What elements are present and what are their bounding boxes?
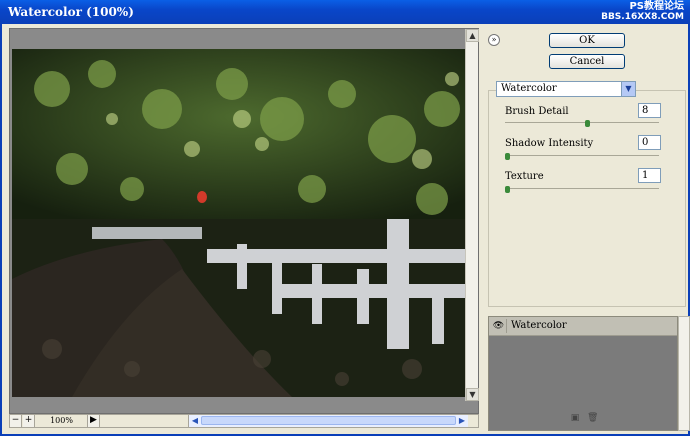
scroll-thumb[interactable] [201,416,456,425]
watermark-line1: PS教程论坛 [629,1,684,12]
watercolor-preview-graphic [12,49,467,397]
brush-detail-slider-track[interactable] [505,122,659,123]
chevron-down-icon[interactable]: ▼ [621,82,635,96]
preview-image[interactable] [12,49,467,397]
brush-detail-label: Brush Detail [505,106,569,117]
chevron-double-down-icon[interactable]: » [488,34,500,46]
eye-icon[interactable]: 👁 [491,319,507,333]
shadow-intensity-label: Shadow Intensity [505,138,594,149]
brush-detail-input[interactable]: 8 [638,103,661,118]
window-title: Watercolor (100%) [8,5,134,19]
dialog-body: ▲ ▼ − + 100% ▶ ◀ ▶ » OK Cancel Watercolo… [0,24,690,436]
texture-input[interactable]: 1 [638,168,661,183]
texture-slider-thumb[interactable] [505,186,510,193]
new-layer-icon[interactable]: ▣ [570,413,580,423]
preview-vertical-scrollbar[interactable]: ▲ ▼ [465,29,479,401]
scroll-left-icon[interactable]: ◀ [189,415,201,426]
zoom-menu-arrow-icon[interactable]: ▶ [88,415,100,427]
filter-select-value: Watercolor [501,83,557,94]
scroll-right-icon[interactable]: ▶ [456,415,468,426]
shadow-intensity-slider-track[interactable] [505,155,659,156]
cancel-button[interactable]: Cancel [549,54,625,69]
filter-select[interactable]: Watercolor ▼ [496,81,636,97]
zoom-out-button[interactable]: − [10,415,22,427]
shadow-intensity-input[interactable]: 0 [638,135,661,150]
watermark-line2: BBS.16XX8.COM [601,12,684,22]
title-bar: Watercolor (100%) PS教程论坛 BBS.16XX8.COM [0,0,690,24]
effect-layers-panel: 👁 Watercolor [488,316,678,431]
zoom-level: 100% [36,415,88,427]
texture-slider-track[interactable] [505,188,659,189]
scroll-up-icon[interactable]: ▲ [466,29,479,42]
ok-button[interactable]: OK [549,33,625,48]
preview-horizontal-scrollbar[interactable]: ◀ ▶ [188,415,468,427]
zoom-in-button[interactable]: + [23,415,35,427]
preview-status-bar: − + 100% ▶ ◀ ▶ [9,414,479,428]
layer-row[interactable]: 👁 Watercolor [489,317,677,336]
layer-name: Watercolor [511,320,567,331]
texture-label: Texture [505,171,544,182]
brush-detail-slider-thumb[interactable] [585,120,590,127]
preview-frame: ▲ ▼ [9,28,479,414]
layers-scrollbar[interactable] [678,316,690,431]
watermark: PS教程论坛 BBS.16XX8.COM [601,1,684,23]
scroll-down-icon[interactable]: ▼ [466,388,479,401]
shadow-intensity-slider-thumb[interactable] [505,153,510,160]
trash-icon[interactable]: 🗑 [587,413,598,423]
